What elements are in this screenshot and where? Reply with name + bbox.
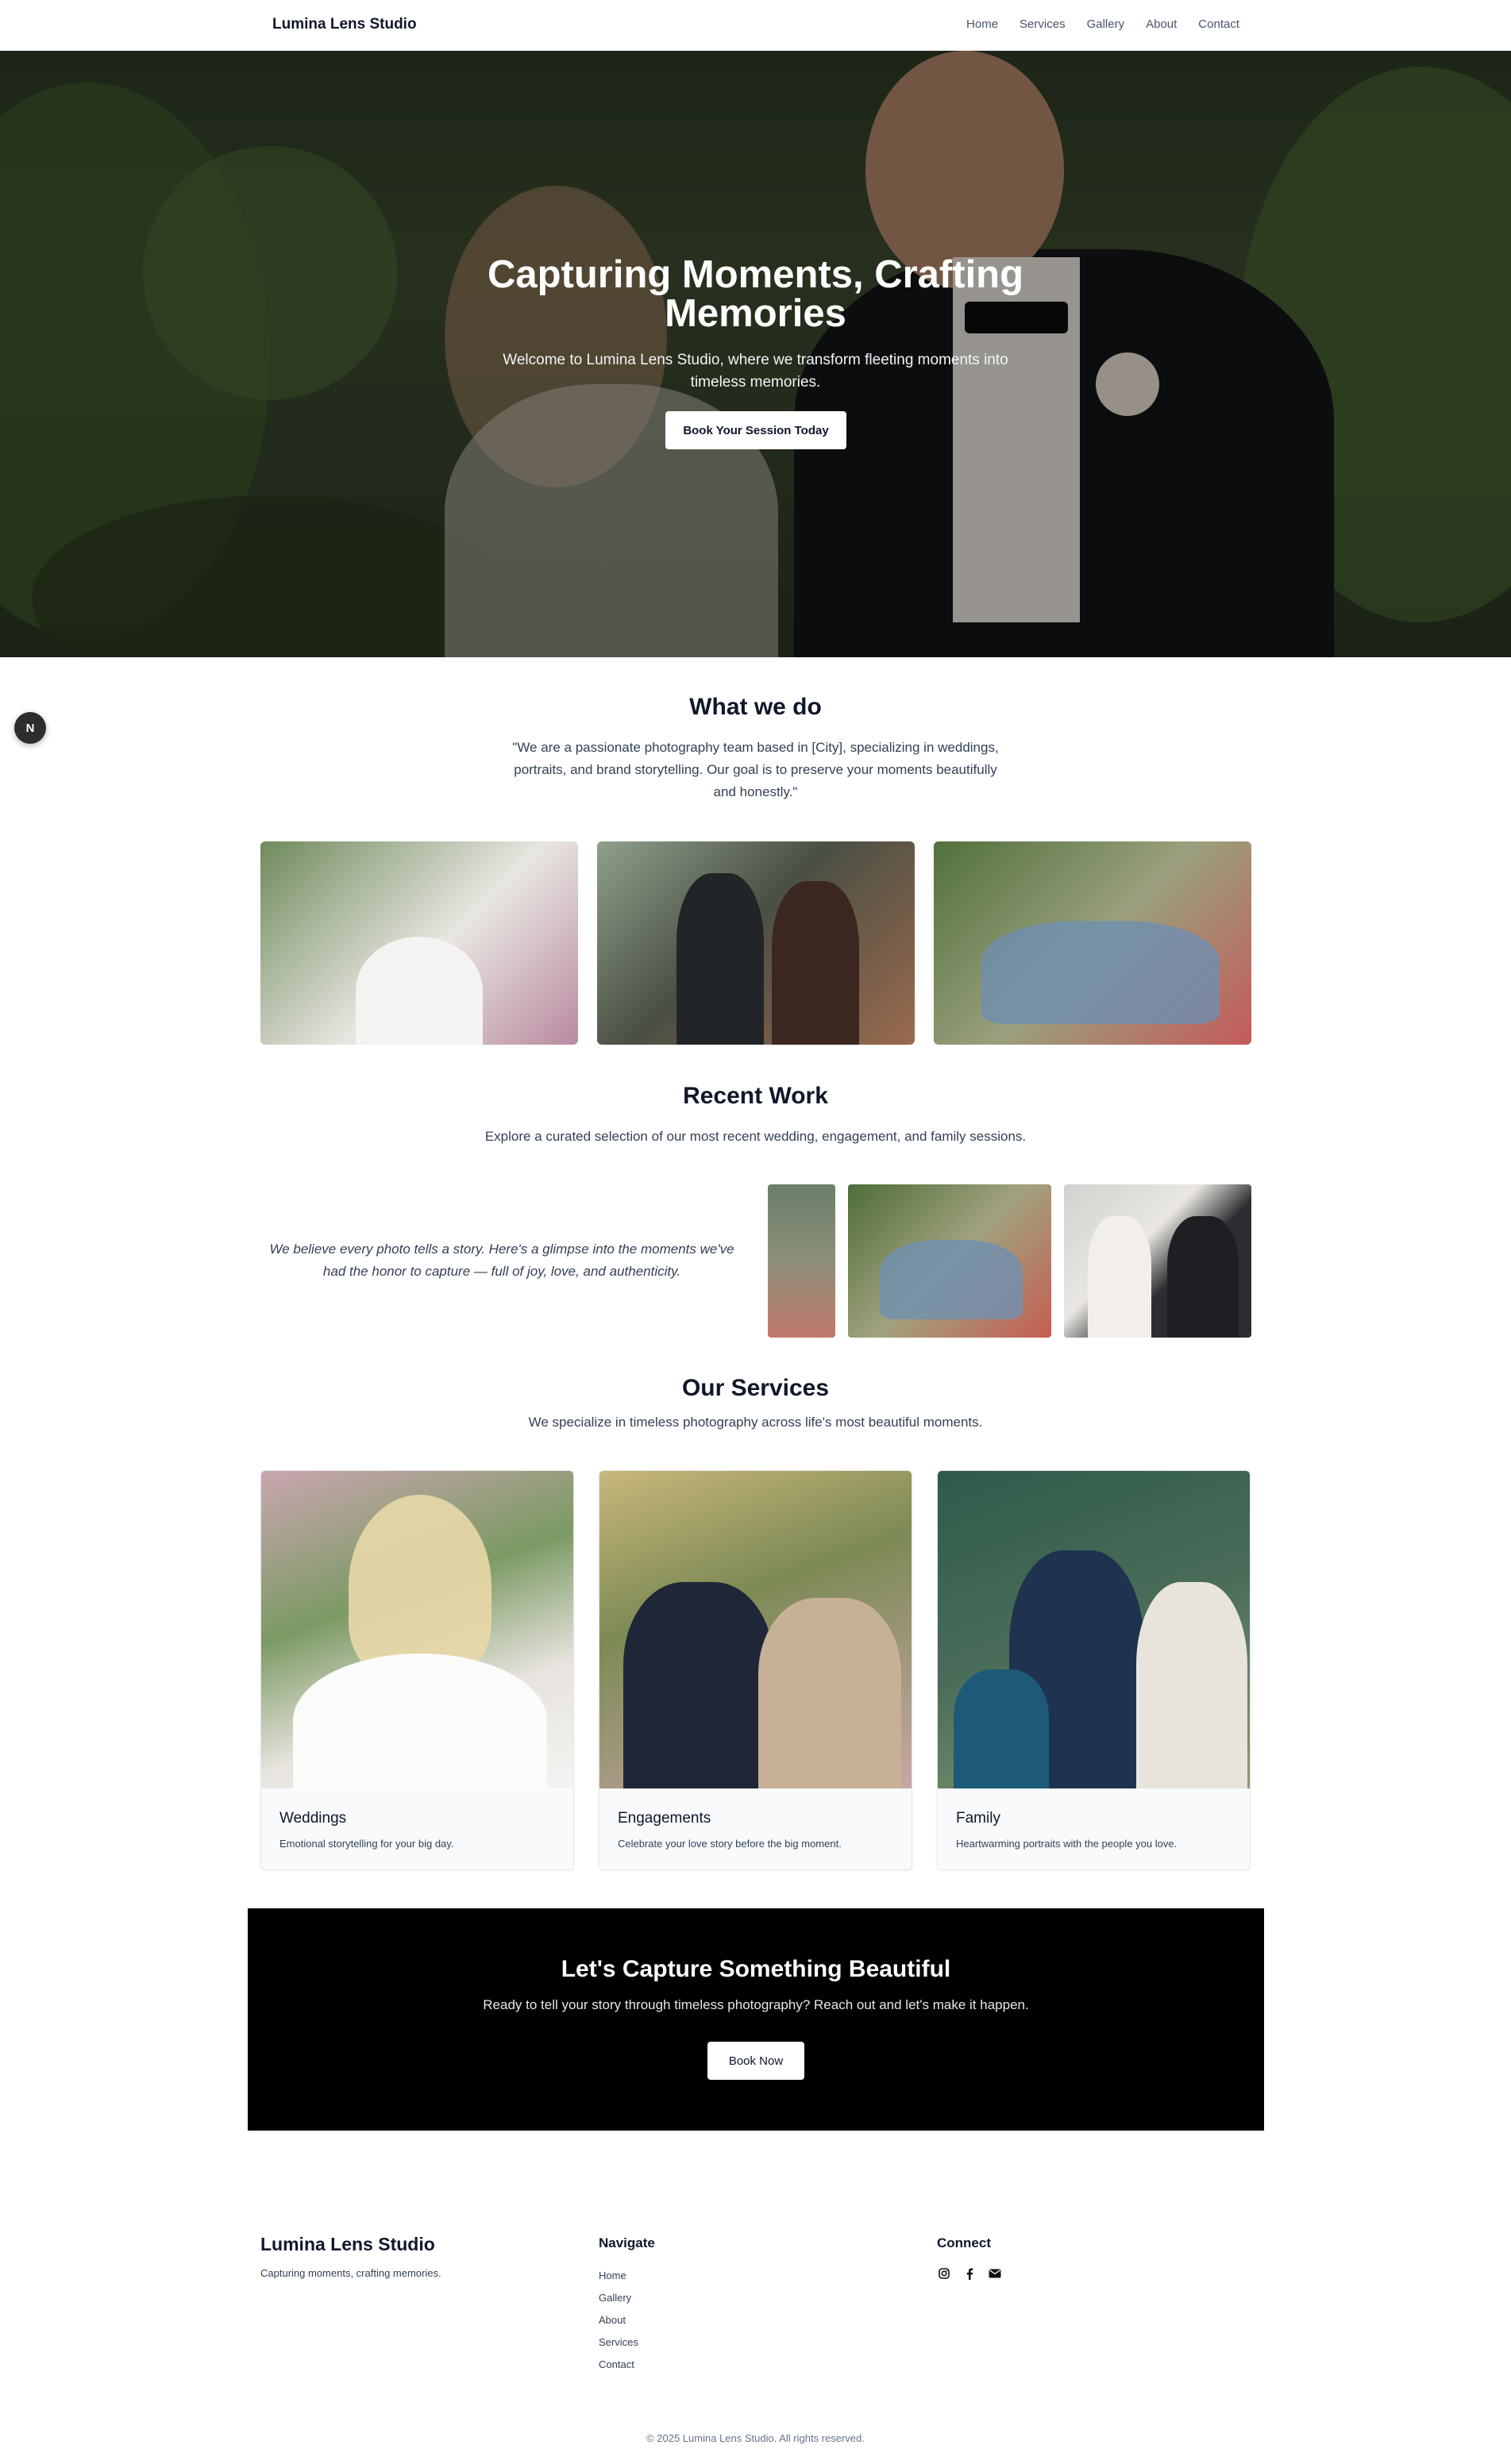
hero-title: Capturing Moments, Crafting Memories: [487, 253, 1024, 335]
recent-work-photo-3[interactable]: [1064, 1184, 1251, 1338]
footer-link-services[interactable]: Services: [599, 2335, 638, 2358]
hero-subtitle: Welcome to Lumina Lens Studio, where we …: [503, 352, 1008, 391]
recent-work-title: Recent Work: [683, 1083, 828, 1109]
service-card-engagements[interactable]: Engagements Celebrate your love story be…: [599, 1470, 912, 1870]
nav-link-home[interactable]: Home: [966, 17, 998, 31]
footer-tagline: Capturing moments, crafting memories.: [260, 2267, 441, 2279]
service-card-title: Family: [956, 1810, 1000, 1827]
book-session-button[interactable]: Book Your Session Today: [665, 411, 846, 449]
services-title: Our Services: [681, 1375, 830, 1401]
nav-link-about[interactable]: About: [1146, 17, 1177, 31]
services-subtitle: We specialize in timeless photography ac…: [528, 1415, 983, 1430]
service-card-desc: Heartwarming portraits with the people y…: [956, 1838, 1178, 1850]
weddings-image: [261, 1471, 573, 1788]
brand-logo[interactable]: Lumina Lens Studio: [272, 16, 417, 33]
facebook-icon[interactable]: [962, 2266, 977, 2281]
nav-link-contact[interactable]: Contact: [1198, 17, 1239, 31]
service-card-desc: Celebrate your love story before the big…: [618, 1838, 842, 1850]
service-card-weddings[interactable]: Weddings Emotional storytelling for your…: [260, 1470, 574, 1870]
footer-link-gallery[interactable]: Gallery: [599, 2291, 638, 2313]
footer-connect-heading: Connect: [937, 2235, 991, 2250]
family-image: [938, 1471, 1250, 1788]
recent-work-photo-1[interactable]: [768, 1184, 835, 1338]
footer-link-contact[interactable]: Contact: [599, 2358, 638, 2380]
recent-work-subtitle: Explore a curated selection of our most …: [484, 1129, 1027, 1144]
nav-link-services[interactable]: Services: [1020, 17, 1066, 31]
cta-section: Let's Capture Something Beautiful Ready …: [248, 1908, 1264, 2131]
footer-link-home[interactable]: Home: [599, 2269, 638, 2291]
service-card-family[interactable]: Family Heartwarming portraits with the p…: [937, 1470, 1251, 1870]
engagements-image: [599, 1471, 912, 1788]
service-card-title: Weddings: [279, 1810, 347, 1827]
book-now-button[interactable]: Book Now: [707, 2042, 804, 2080]
instagram-icon[interactable]: [937, 2266, 951, 2281]
what-we-do-title: What we do: [689, 694, 822, 720]
nav-links: Home Services Gallery About Contact: [966, 17, 1239, 31]
service-card-desc: Emotional storytelling for your big day.: [279, 1838, 454, 1850]
copyright-text: © 2025 Lumina Lens Studio. All rights re…: [646, 2432, 865, 2444]
footer-brand: Lumina Lens Studio: [260, 2234, 435, 2254]
footer-navigate-heading: Navigate: [599, 2235, 655, 2250]
cta-title: Let's Capture Something Beautiful: [561, 1956, 951, 1982]
couple-at-party-photo: [597, 841, 915, 1045]
top-navbar: Lumina Lens Studio Home Services Gallery…: [0, 0, 1511, 51]
email-icon[interactable]: [988, 2266, 1002, 2281]
bride-and-flower-girl-photo: [260, 841, 578, 1045]
footer-link-about[interactable]: About: [599, 2313, 638, 2335]
hero-section: Capturing Moments, Crafting Memories Wel…: [0, 51, 1511, 657]
what-we-do-text: "We are a passionate photography team ba…: [512, 740, 999, 799]
family-picnic-photo: [934, 841, 1251, 1045]
cta-text: Ready to tell your story through timeles…: [483, 1997, 1029, 2012]
service-card-title: Engagements: [618, 1810, 711, 1827]
nav-link-gallery[interactable]: Gallery: [1087, 17, 1125, 31]
recent-work-quote: We believe every photo tells a story. He…: [269, 1242, 734, 1279]
recent-work-photo-2[interactable]: [848, 1184, 1051, 1338]
footer-navigate-links: Home Gallery About Services Contact: [599, 2269, 638, 2380]
footer-social-icons: [937, 2266, 1002, 2281]
